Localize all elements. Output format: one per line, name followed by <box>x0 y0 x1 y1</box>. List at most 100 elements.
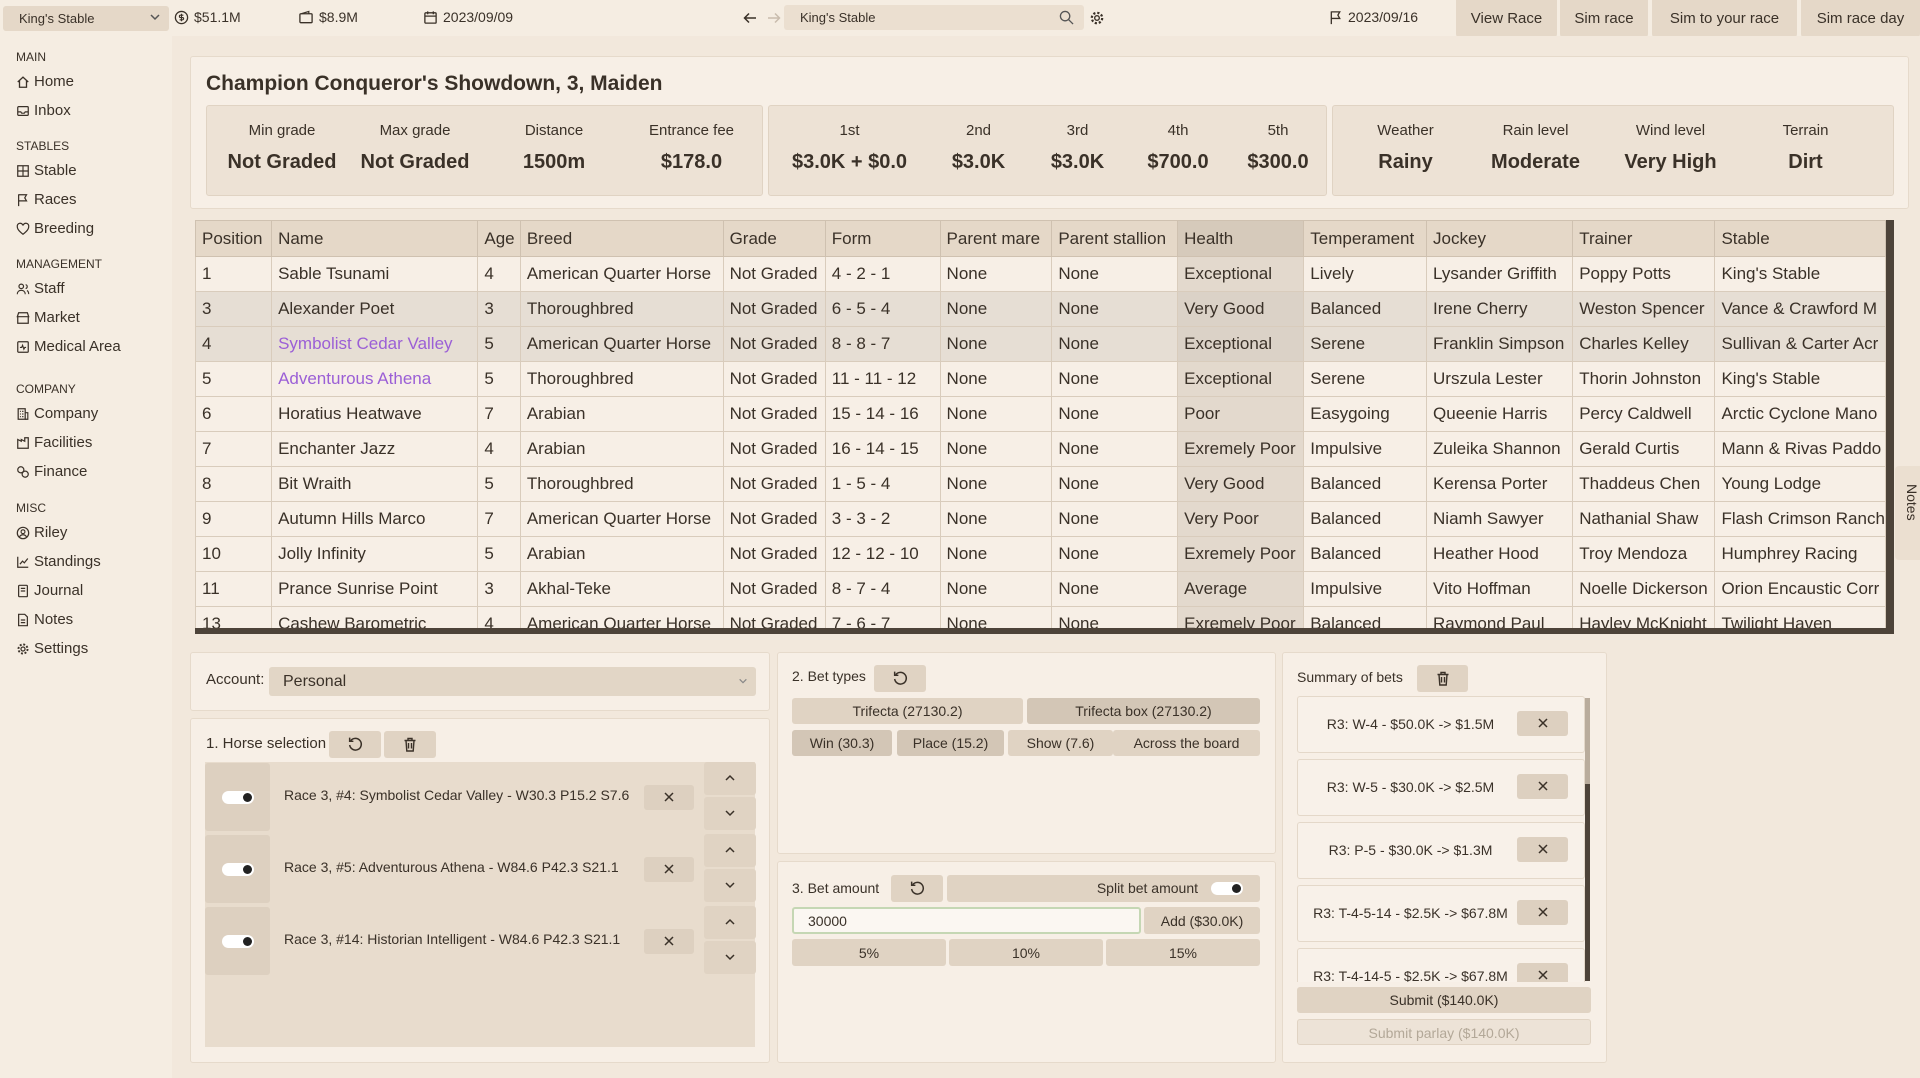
sidebar-item-standings[interactable]: Standings <box>16 553 101 570</box>
remove-horse-button[interactable] <box>644 929 694 954</box>
stable-select[interactable]: King's Stable <box>3 6 169 31</box>
sidebar-item-facilities[interactable]: Facilities <box>16 434 92 451</box>
move-up-button[interactable] <box>704 906 756 939</box>
sidebar-item-finance[interactable]: Finance <box>16 463 87 480</box>
sim-race-button[interactable]: Sim race <box>1560 0 1648 38</box>
sidebar-item-company[interactable]: Company <box>16 405 98 422</box>
sidebar-item-journal[interactable]: Journal <box>16 582 83 599</box>
column-header[interactable]: Breed <box>519 220 724 257</box>
table-cell: 1 <box>195 256 273 292</box>
column-header[interactable]: Jockey <box>1426 220 1574 257</box>
table-row[interactable]: 1 Sable Tsunami 4 American Quarter Horse Not… <box>195 256 1886 292</box>
column-header[interactable]: Parent mare <box>939 220 1053 257</box>
column-header[interactable]: Temperament <box>1303 220 1428 257</box>
table-cell: None <box>939 431 1053 467</box>
add-amount-button[interactable]: Add ($30.0K) <box>1144 907 1260 934</box>
column-header[interactable]: Age <box>477 220 521 257</box>
horse-toggle[interactable] <box>205 907 270 975</box>
remove-bet-button[interactable] <box>1517 963 1568 982</box>
table-row[interactable]: 5 Adventurous Athena 5 Thoroughbred Not Grad… <box>195 361 1886 397</box>
remove-bet-button[interactable] <box>1517 900 1568 925</box>
search-input[interactable]: King's Stable <box>784 5 1084 30</box>
horse-toggle[interactable] <box>205 763 270 831</box>
account-select[interactable]: Personal <box>269 667 756 696</box>
column-header[interactable]: Stable <box>1714 220 1886 257</box>
column-header[interactable]: Grade <box>722 220 826 257</box>
remove-horse-button[interactable] <box>644 857 694 882</box>
table-cell: 9 <box>195 501 273 537</box>
trifecta-box-button[interactable]: Trifecta box (27130.2) <box>1027 698 1260 724</box>
submit-button[interactable]: Submit ($140.0K) <box>1297 987 1591 1013</box>
table-row[interactable]: 7 Enchanter Jazz 4 Arabian Not Graded 16 - 14… <box>195 431 1886 467</box>
sidebar-item-stable[interactable]: Stable <box>16 162 77 179</box>
sidebar-item-riley[interactable]: Riley <box>16 524 67 541</box>
sidebar-item-home[interactable]: Home <box>16 73 74 90</box>
summary-scrollbar-track[interactable] <box>1585 698 1590 981</box>
sidebar-item-medical-area[interactable]: Medical Area <box>16 338 121 355</box>
trifecta-button[interactable]: Trifecta (27130.2) <box>792 698 1023 724</box>
summary-scrollbar-thumb[interactable] <box>1585 698 1590 784</box>
race-entries-table[interactable]: Position Name Age Breed Grade Form Parent mare… <box>195 220 1894 634</box>
move-down-button[interactable] <box>704 941 756 974</box>
reset-bet-amount-button[interactable] <box>891 875 943 902</box>
close-icon <box>1517 717 1568 729</box>
move-up-button[interactable] <box>704 834 756 867</box>
show-button[interactable]: Show (7.6) <box>1008 730 1113 756</box>
submit-parlay-button[interactable]: Submit parlay ($140.0K) <box>1297 1019 1591 1045</box>
bets-summary-list[interactable]: R3: W-4 - $50.0K -> $1.5M R3: W-5 - $30.… <box>1297 696 1592 982</box>
clear-selection-button[interactable] <box>384 731 436 758</box>
table-row[interactable]: 10 Jolly Infinity 5 Arabian Not Graded 12 - 1… <box>195 536 1886 572</box>
column-header[interactable]: Trainer <box>1572 220 1716 257</box>
percent-10-button[interactable]: 10% <box>949 939 1103 966</box>
gear-icon[interactable] <box>1089 10 1105 26</box>
across-the-board-button[interactable]: Across the board <box>1113 730 1260 756</box>
table-row[interactable]: 13 Cashew Barometric 4 American Quarter Hor… <box>195 606 1886 628</box>
reset-selection-button[interactable] <box>329 731 381 758</box>
table-row[interactable]: 9 Autumn Hills Marco 7 American Quarter Hor… <box>195 501 1886 537</box>
remove-bet-button[interactable] <box>1517 774 1568 799</box>
sidebar-item-breeding[interactable]: Breeding <box>16 220 94 237</box>
column-header[interactable]: Health <box>1177 220 1305 257</box>
search-icon[interactable] <box>1059 10 1074 25</box>
bet-amount-input[interactable] <box>792 907 1141 934</box>
sidebar-item-staff[interactable]: Staff <box>16 280 65 297</box>
move-up-button[interactable] <box>704 762 756 795</box>
column-header[interactable]: Name <box>271 220 479 257</box>
horse-toggle[interactable] <box>205 835 270 903</box>
win-button[interactable]: Win (30.3) <box>792 730 892 756</box>
table-cell: Average <box>1177 571 1305 607</box>
sidebar-item-market[interactable]: Market <box>16 309 80 326</box>
column-header[interactable]: Parent stallion <box>1051 220 1179 257</box>
move-down-button[interactable] <box>704 797 756 830</box>
table-row[interactable]: 6 Horatius Heatwave 7 Arabian Not Graded 15 -… <box>195 396 1886 432</box>
sim-to-your-race-button[interactable]: Sim to your race <box>1652 0 1797 38</box>
view-race-button[interactable]: View Race <box>1456 0 1557 38</box>
back-arrow-icon[interactable] <box>742 10 758 26</box>
column-header[interactable]: Form <box>824 220 941 257</box>
percent-15-button[interactable]: 15% <box>1106 939 1260 966</box>
sim-race-day-button[interactable]: Sim race day <box>1801 0 1920 38</box>
sidebar-item-notes[interactable]: Notes <box>16 611 73 628</box>
sidebar-item-inbox[interactable]: Inbox <box>16 102 71 119</box>
percent-5-button[interactable]: 5% <box>792 939 946 966</box>
remove-bet-button[interactable] <box>1517 711 1568 736</box>
forward-arrow-icon[interactable] <box>766 10 782 26</box>
clear-bets-button[interactable] <box>1417 665 1468 692</box>
sidebar-item-settings[interactable]: Settings <box>16 640 88 657</box>
table-row[interactable]: 4 Symbolist Cedar Valley 5 American Quarter… <box>195 326 1886 362</box>
table-cell: Not Graded <box>722 431 826 467</box>
split-bet-amount-toggle[interactable]: Split bet amount <box>947 875 1260 902</box>
remove-bet-button[interactable] <box>1517 837 1568 862</box>
column-header[interactable]: Position <box>195 220 273 257</box>
place-button[interactable]: Place (15.2) <box>897 730 1004 756</box>
table-cell: Not Graded <box>722 536 826 572</box>
notes-tab[interactable]: Notes <box>1895 466 1920 560</box>
table-cell: Kerensa Porter <box>1426 466 1574 502</box>
reset-bet-types-button[interactable] <box>874 665 926 692</box>
table-row[interactable]: 11 Prance Sunrise Point 3 Akhal-Teke Not Gra… <box>195 571 1886 607</box>
sidebar-item-races[interactable]: Races <box>16 191 77 208</box>
move-down-button[interactable] <box>704 869 756 902</box>
table-row[interactable]: 8 Bit Wraith 5 Thoroughbred Not Graded 1 - 5 … <box>195 466 1886 502</box>
remove-horse-button[interactable] <box>644 785 694 810</box>
table-row[interactable]: 3 Alexander Poet 3 Thoroughbred Not Graded 6 … <box>195 291 1886 327</box>
